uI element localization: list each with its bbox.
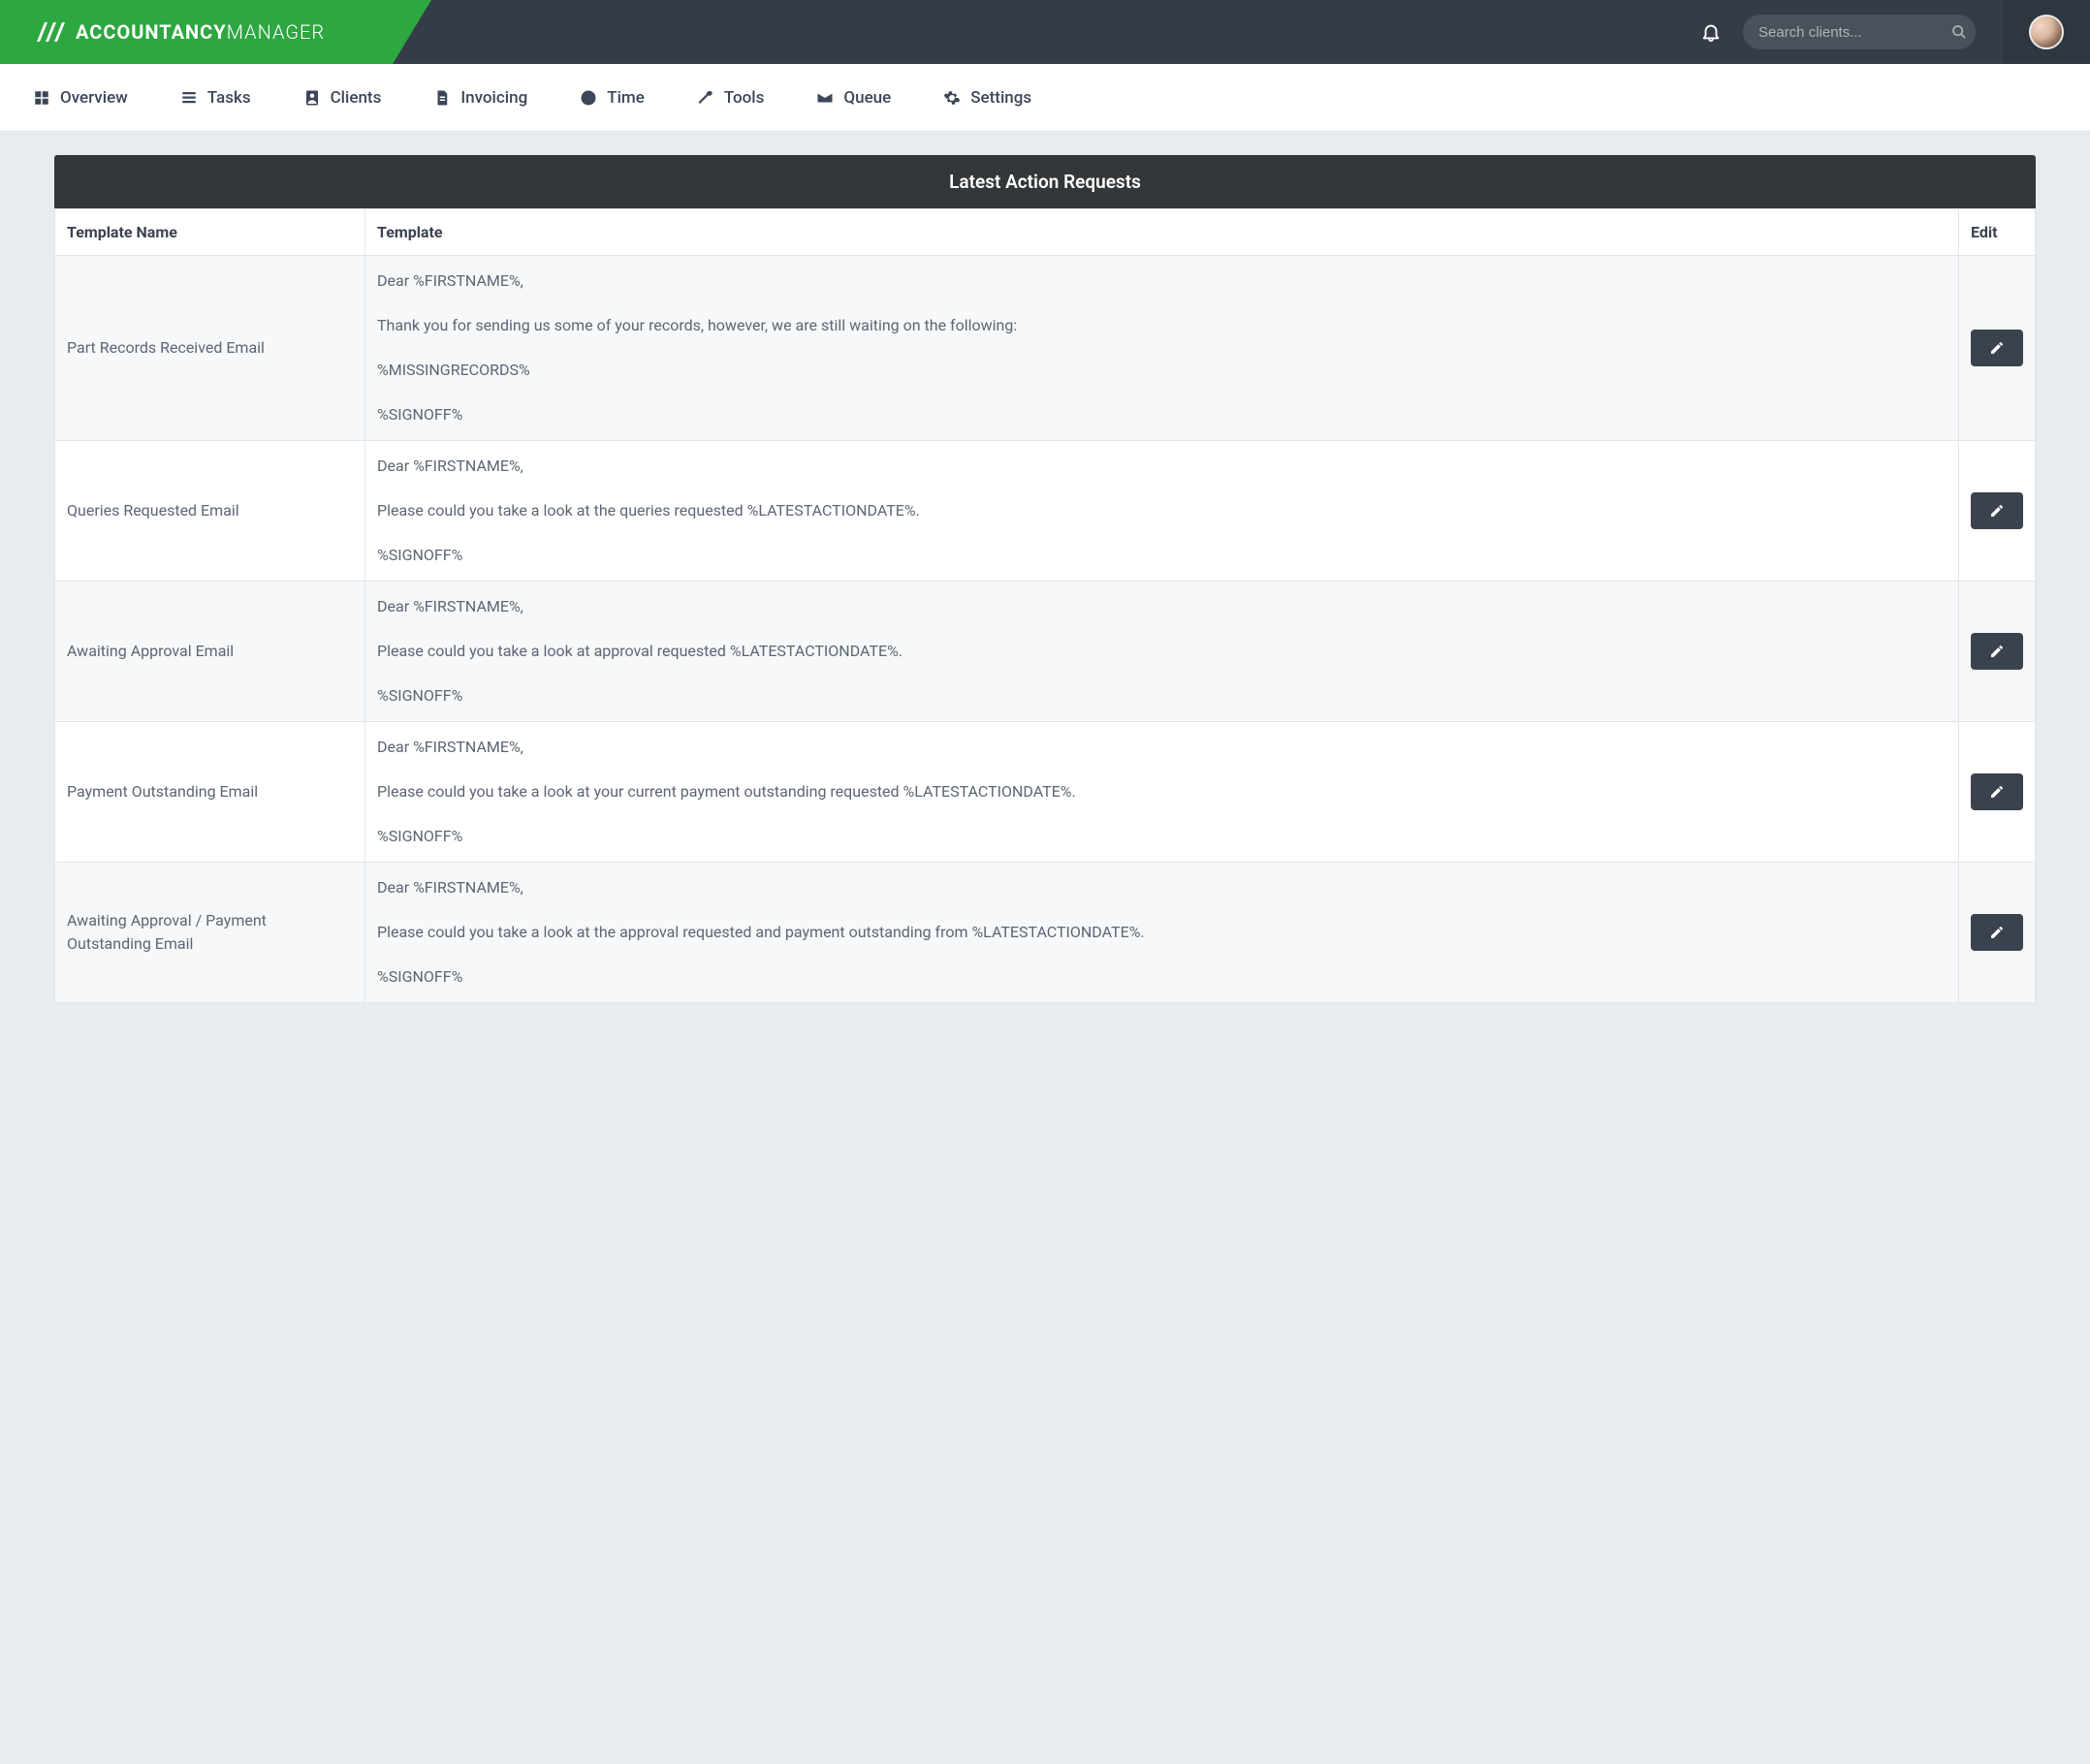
nav-invoicing[interactable]: Invoicing <box>433 88 527 108</box>
nav-time[interactable]: Time <box>580 88 645 108</box>
pencil-icon <box>1989 644 2005 659</box>
nav-label: Overview <box>60 88 128 108</box>
template-paragraph: Please could you take a look at the appr… <box>377 921 1947 944</box>
nav-label: Tools <box>724 88 765 108</box>
brand-text: ACCOUNTANCYMANAGER <box>76 20 325 44</box>
nav-clients[interactable]: Clients <box>303 88 382 108</box>
edit-button[interactable] <box>1971 914 2023 951</box>
col-header-edit: Edit <box>1959 209 2036 256</box>
topbar: ACCOUNTANCYMANAGER <box>0 0 2090 64</box>
table-row: Awaiting Approval EmailDear %FIRSTNAME%,… <box>55 582 2036 722</box>
table-row: Awaiting Approval / Payment Outstanding … <box>55 863 2036 1003</box>
avatar <box>2029 15 2064 49</box>
template-name: Queries Requested Email <box>55 441 365 582</box>
edit-cell <box>1959 256 2036 441</box>
template-paragraph: Thank you for sending us some of your re… <box>377 314 1947 337</box>
nav-tasks[interactable]: Tasks <box>180 88 251 108</box>
nav-tools[interactable]: Tools <box>697 88 765 108</box>
nav-label: Tasks <box>207 88 251 108</box>
table-row: Part Records Received EmailDear %FIRSTNA… <box>55 256 2036 441</box>
brand-logo-icon <box>33 20 66 44</box>
template-paragraph: Dear %FIRSTNAME%, <box>377 595 1947 618</box>
template-body: Dear %FIRSTNAME%, Please could you take a… <box>365 722 1959 863</box>
template-paragraph: %MISSINGRECORDS% <box>377 359 1947 382</box>
template-body: Dear %FIRSTNAME%, Please could you take a… <box>365 582 1959 722</box>
edit-cell <box>1959 441 2036 582</box>
template-paragraph: %SIGNOFF% <box>377 403 1947 426</box>
pencil-icon <box>1989 503 2005 519</box>
template-paragraph: Please could you take a look at the quer… <box>377 499 1947 522</box>
search-box[interactable] <box>1743 15 1976 49</box>
template-paragraph: %SIGNOFF% <box>377 544 1947 567</box>
nav-label: Settings <box>970 88 1031 108</box>
pencil-icon <box>1989 784 2005 800</box>
col-header-template: Template <box>365 209 1959 256</box>
edit-button[interactable] <box>1971 492 2023 529</box>
search-icon[interactable] <box>1951 24 1967 40</box>
template-paragraph: %SIGNOFF% <box>377 825 1947 848</box>
template-name: Payment Outstanding Email <box>55 722 365 863</box>
template-paragraph: Dear %FIRSTNAME%, <box>377 455 1947 478</box>
template-paragraph: Dear %FIRSTNAME%, <box>377 876 1947 899</box>
col-header-name: Template Name <box>55 209 365 256</box>
content: Latest Action Requests Template Name Tem… <box>0 132 2090 1042</box>
template-name: Awaiting Approval / Payment Outstanding … <box>55 863 365 1003</box>
template-paragraph: Please could you take a look at approval… <box>377 640 1947 663</box>
nav-queue[interactable]: Queue <box>816 88 891 108</box>
template-name: Part Records Received Email <box>55 256 365 441</box>
templates-table: Template Name Template Edit Part Records… <box>54 208 2036 1003</box>
nav-label: Invoicing <box>460 88 527 108</box>
template-body: Dear %FIRSTNAME%, Please could you take a… <box>365 441 1959 582</box>
edit-button[interactable] <box>1971 330 2023 366</box>
nav-label: Time <box>607 88 645 108</box>
template-paragraph: %SIGNOFF% <box>377 684 1947 708</box>
nav-settings[interactable]: Settings <box>943 88 1031 108</box>
edit-cell <box>1959 582 2036 722</box>
search-input[interactable] <box>1758 24 1951 41</box>
edit-cell <box>1959 863 2036 1003</box>
brand[interactable]: ACCOUNTANCYMANAGER <box>0 0 393 64</box>
template-name: Awaiting Approval Email <box>55 582 365 722</box>
notifications-bell-icon[interactable] <box>1700 21 1722 43</box>
nav-label: Queue <box>843 88 891 108</box>
panel-title: Latest Action Requests <box>54 155 2036 208</box>
template-paragraph: Please could you take a look at your cur… <box>377 780 1947 803</box>
brand-strong: ACCOUNTANCY <box>76 20 227 44</box>
brand-light: MANAGER <box>227 20 326 44</box>
template-paragraph: Dear %FIRSTNAME%, <box>377 736 1947 759</box>
nav-overview[interactable]: Overview <box>33 88 128 108</box>
table-row: Queries Requested EmailDear %FIRSTNAME%,… <box>55 441 2036 582</box>
user-menu[interactable] <box>2003 0 2090 64</box>
edit-button[interactable] <box>1971 633 2023 670</box>
template-paragraph: Dear %FIRSTNAME%, <box>377 269 1947 293</box>
main-nav: Overview Tasks Clients Invoicing Time To… <box>0 64 2090 132</box>
edit-button[interactable] <box>1971 773 2023 810</box>
pencil-icon <box>1989 925 2005 940</box>
table-row: Payment Outstanding EmailDear %FIRSTNAME… <box>55 722 2036 863</box>
template-paragraph: %SIGNOFF% <box>377 965 1947 989</box>
nav-label: Clients <box>331 88 382 108</box>
template-body: Dear %FIRSTNAME%, Please could you take a… <box>365 863 1959 1003</box>
template-body: Dear %FIRSTNAME%, Thank you for sending u… <box>365 256 1959 441</box>
edit-cell <box>1959 722 2036 863</box>
pencil-icon <box>1989 340 2005 356</box>
